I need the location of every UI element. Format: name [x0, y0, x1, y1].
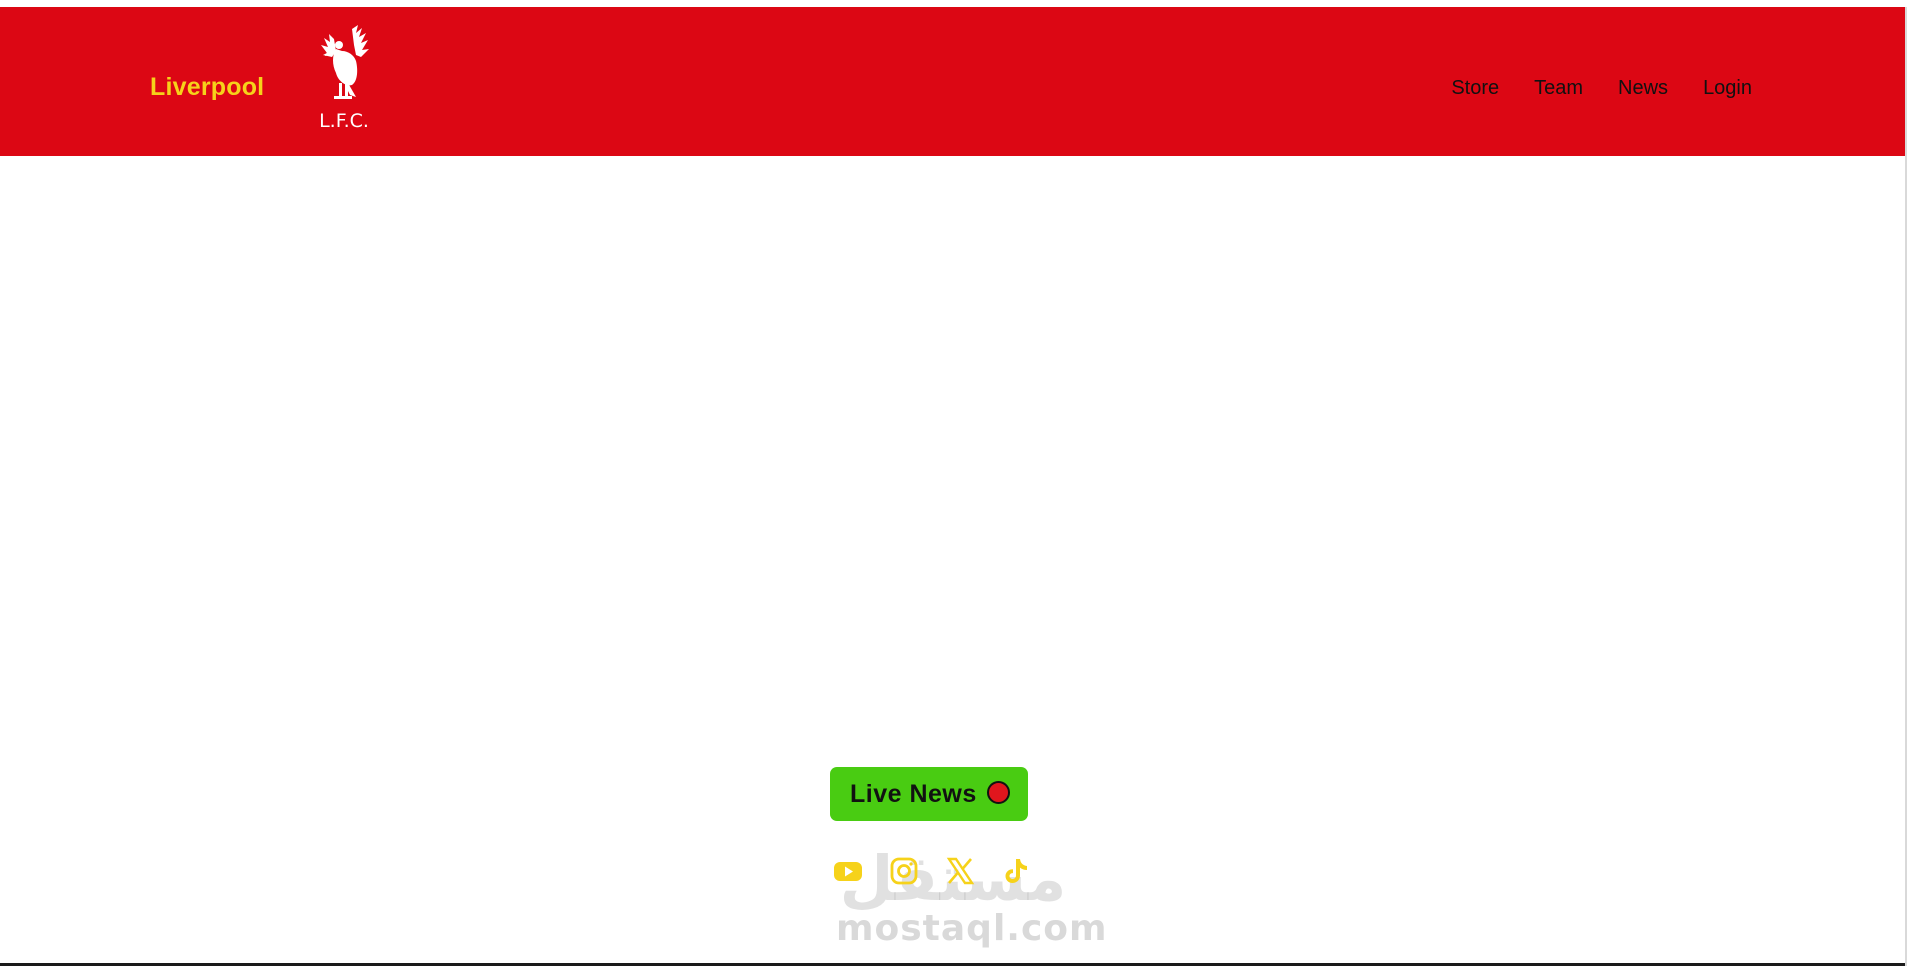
mostaql-watermark: مستقل mostaql.com	[836, 838, 1108, 949]
live-news-button[interactable]: Live News	[830, 767, 1028, 821]
live-news-label: Live News	[850, 779, 977, 808]
nav-item-team[interactable]: Team	[1534, 77, 1583, 100]
brand-name-link[interactable]: Liverpool	[150, 73, 264, 102]
crest-caption: L.F.C.	[319, 110, 369, 132]
instagram-icon[interactable]	[889, 856, 919, 886]
youtube-icon[interactable]	[833, 856, 863, 886]
nav-item-store[interactable]: Store	[1451, 77, 1499, 100]
right-border	[1905, 7, 1907, 966]
live-indicator-icon	[987, 781, 1010, 804]
nav-item-news[interactable]: News	[1618, 77, 1668, 100]
x-icon[interactable]	[945, 856, 975, 886]
liverbird-crest-logo[interactable]: L.F.C.	[312, 25, 376, 133]
watermark-latin-text: mostaql.com	[836, 908, 1108, 949]
site-header: Liverpool L.F.C. Store Team News Login	[0, 7, 1905, 156]
social-links	[833, 856, 1033, 886]
nav-item-login[interactable]: Login	[1703, 77, 1752, 100]
page: Liverpool L.F.C. Store Team News Login م…	[0, 0, 1908, 966]
tiktok-icon[interactable]	[1001, 856, 1031, 886]
main-nav: Store Team News Login	[1416, 77, 1752, 100]
